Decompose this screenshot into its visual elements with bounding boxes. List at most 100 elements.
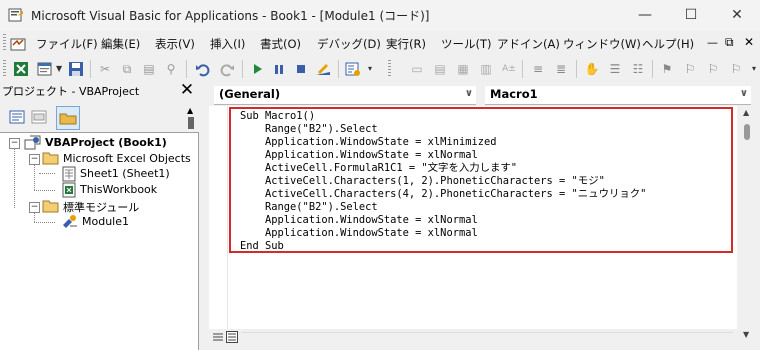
tree-line xyxy=(34,163,35,190)
scroll-thumb[interactable] xyxy=(744,124,750,140)
insert-module-icon[interactable] xyxy=(36,60,54,78)
procedure-combo[interactable]: Macro1 ∨ xyxy=(485,86,751,105)
comment-block-icon[interactable]: ☰ xyxy=(606,60,624,78)
project-pane-close-button[interactable]: ✕ xyxy=(178,81,196,99)
project-pane-title: プロジェクト - VBAProject xyxy=(2,85,140,98)
procedure-combo-value: Macro1 xyxy=(490,87,538,101)
close-window-button[interactable]: ✕ xyxy=(714,0,760,30)
break-icon[interactable] xyxy=(270,60,288,78)
cut-icon[interactable]: ✂ xyxy=(96,60,114,78)
menu-addins[interactable]: アドイン(A) xyxy=(497,36,560,52)
full-module-view-icon[interactable] xyxy=(226,331,238,343)
object-combo[interactable]: (General) ∨ xyxy=(214,86,476,105)
chevron-down-icon: ∨ xyxy=(464,88,473,99)
view-code-icon[interactable] xyxy=(8,108,26,126)
folder-icon xyxy=(59,113,77,125)
insert-dropdown-icon[interactable]: ▼ xyxy=(56,64,62,73)
tree-expander-excel-objects[interactable]: − xyxy=(29,154,40,165)
menu-run[interactable]: 実行(R) xyxy=(386,36,426,52)
module-icon xyxy=(63,215,77,228)
toolbar-more-icon[interactable]: ▾ xyxy=(368,64,372,73)
parameter-info-icon[interactable]: ▥ xyxy=(477,60,495,78)
tree-item-module1[interactable]: Module1 xyxy=(82,215,129,228)
tree-item-excel-objects[interactable]: Microsoft Excel Objects xyxy=(63,152,191,165)
tree-line xyxy=(39,173,55,174)
edit-toolbar-grip[interactable] xyxy=(388,60,391,78)
worksheet-icon xyxy=(62,166,76,182)
menu-format[interactable]: 書式(O) xyxy=(260,36,301,52)
menu-edit[interactable]: 編集(E) xyxy=(101,36,140,52)
list-constants-icon[interactable]: ▤ xyxy=(431,60,449,78)
quick-info-icon[interactable]: ▦ xyxy=(454,60,472,78)
toolbar-grip[interactable] xyxy=(3,60,6,78)
toolbar-separator xyxy=(186,60,187,78)
code-vertical-scrollbar[interactable]: ▲ ▼ xyxy=(738,106,756,342)
project-pane-scroll-up[interactable]: ▲ xyxy=(186,106,196,130)
mdi-minimize-button[interactable]: — xyxy=(707,36,718,49)
clear-bookmarks-icon[interactable]: ⚐ xyxy=(727,60,745,78)
folder-open-icon xyxy=(42,152,59,165)
outdent-icon[interactable]: ≣ xyxy=(552,60,570,78)
tree-line xyxy=(34,190,55,191)
minimize-button[interactable]: — xyxy=(622,0,668,30)
previous-bookmark-icon[interactable]: ⚐ xyxy=(704,60,722,78)
menu-insert[interactable]: 挿入(I) xyxy=(210,36,245,52)
object-combo-value: (General) xyxy=(219,87,281,101)
view-excel-icon[interactable] xyxy=(12,60,30,78)
toolbar-separator xyxy=(242,60,243,78)
mdi-restore-button[interactable]: ⧉ xyxy=(725,35,734,50)
run-icon[interactable] xyxy=(248,60,266,78)
toolbar-separator xyxy=(90,60,91,78)
tree-line xyxy=(34,222,55,223)
tree-expander-modules[interactable]: − xyxy=(29,202,40,213)
menu-window[interactable]: ウィンドウ(W) xyxy=(563,36,641,52)
tree-item-sheet1[interactable]: Sheet1 (Sheet1) xyxy=(80,167,170,180)
workbook-icon xyxy=(62,182,76,198)
maximize-button[interactable]: ☐ xyxy=(668,0,714,30)
project-explorer-icon[interactable] xyxy=(344,60,362,78)
paste-icon[interactable]: ▤ xyxy=(140,60,158,78)
toolbar-separator xyxy=(576,60,577,78)
toggle-bookmark-icon[interactable]: ⚑ xyxy=(658,60,676,78)
edit-toolbar-more-icon[interactable]: ▾ xyxy=(752,64,756,73)
menu-tools[interactable]: ツール(T) xyxy=(441,36,492,52)
menu-view[interactable]: 表示(V) xyxy=(155,36,195,52)
uncomment-block-icon[interactable]: ☷ xyxy=(629,60,647,78)
procedure-view-icon[interactable] xyxy=(212,331,224,343)
reset-icon[interactable] xyxy=(292,60,310,78)
copy-icon[interactable]: ⧉ xyxy=(118,60,136,78)
indent-icon[interactable]: ≡ xyxy=(529,60,547,78)
menu-file[interactable]: ファイル(F) xyxy=(36,36,98,52)
toolbar-separator xyxy=(338,60,339,78)
view-object-icon[interactable] xyxy=(30,108,48,126)
toggle-folders-button[interactable] xyxy=(56,106,80,130)
mdi-close-button[interactable]: ✕ xyxy=(744,35,754,49)
menu-debug[interactable]: デバッグ(D) xyxy=(317,36,381,52)
tree-item-vbaproject[interactable]: VBAProject (Book1) xyxy=(45,136,167,149)
tree-item-thisworkbook[interactable]: ThisWorkbook xyxy=(80,183,157,196)
design-mode-icon[interactable] xyxy=(314,60,332,78)
scroll-down-icon[interactable]: ▼ xyxy=(743,330,749,339)
vba-app-icon xyxy=(8,8,23,22)
redo-icon[interactable] xyxy=(218,60,236,78)
list-properties-icon[interactable]: ▭ xyxy=(408,60,426,78)
complete-word-icon[interactable]: A± xyxy=(500,60,518,78)
chevron-down-icon: ∨ xyxy=(739,88,748,99)
highlight-box xyxy=(229,107,733,253)
save-icon[interactable] xyxy=(67,60,85,78)
toggle-breakpoint-icon[interactable]: ✋ xyxy=(583,60,601,78)
vba-project-icon xyxy=(24,135,41,150)
code-horizontal-scrollbar[interactable] xyxy=(241,332,733,345)
window-title: Microsoft Visual Basic for Applications … xyxy=(31,9,430,23)
scroll-up-icon[interactable]: ▲ xyxy=(743,108,749,117)
menu-help[interactable]: ヘルプ(H) xyxy=(642,36,694,52)
menu-grip[interactable] xyxy=(3,34,6,52)
margin-indicator-bar[interactable] xyxy=(209,106,228,329)
next-bookmark-icon[interactable]: ⚐ xyxy=(681,60,699,78)
tree-expander-root[interactable]: − xyxy=(9,138,20,149)
toolbar-separator xyxy=(652,60,653,78)
find-icon[interactable]: ⚲ xyxy=(162,60,180,78)
excel-view-icon[interactable] xyxy=(10,36,26,52)
undo-icon[interactable] xyxy=(194,60,212,78)
tree-line xyxy=(14,147,15,208)
